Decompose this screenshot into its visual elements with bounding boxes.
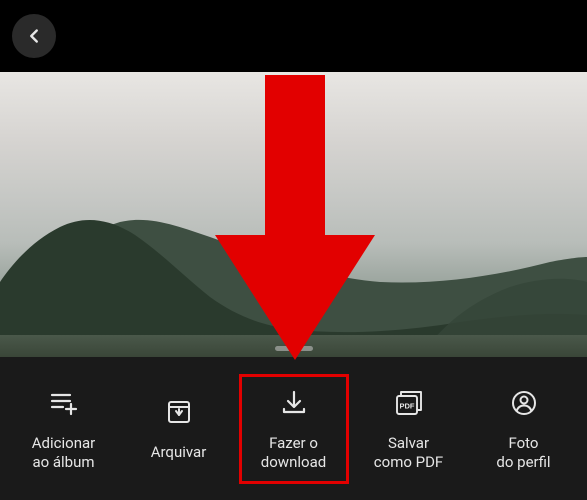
save-as-pdf-label: Salvar como PDF (374, 434, 443, 472)
profile-photo-button[interactable]: Foto do perfil (469, 374, 579, 484)
archive-button[interactable]: Arquivar (124, 374, 234, 484)
back-button[interactable] (12, 14, 56, 58)
bottom-sheet-handle[interactable] (275, 346, 313, 351)
download-icon (280, 386, 308, 420)
chevron-left-icon (23, 25, 45, 47)
profile-icon (510, 386, 538, 420)
add-to-album-button[interactable]: Adicionar ao álbum (9, 374, 119, 484)
playlist-add-icon (49, 386, 79, 420)
save-as-pdf-button[interactable]: PDF Salvar como PDF (354, 374, 464, 484)
svg-text:PDF: PDF (399, 401, 414, 410)
action-bar: Adicionar ao álbum Arquivar Fazer o down… (0, 357, 587, 500)
pdf-icon: PDF (394, 386, 424, 420)
archive-label: Arquivar (151, 443, 207, 462)
photo-viewport[interactable] (0, 72, 587, 357)
add-to-album-label: Adicionar ao álbum (32, 434, 95, 472)
archive-icon (166, 395, 192, 429)
profile-photo-label: Foto do perfil (496, 434, 550, 472)
photo-mountain-near (0, 197, 587, 357)
download-button[interactable]: Fazer o download (239, 374, 349, 484)
top-bar (0, 0, 587, 72)
download-label: Fazer o download (261, 434, 326, 472)
